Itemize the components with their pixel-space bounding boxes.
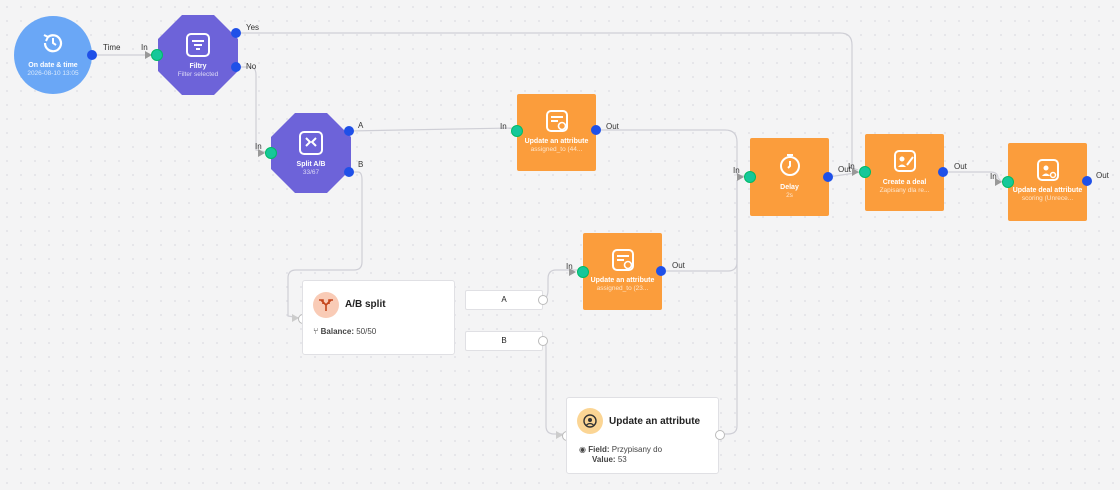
delay-in-arrow [737, 173, 744, 181]
trigger-title: On date & time [28, 62, 78, 69]
deal-attr-title: Update deal attribute [1012, 187, 1083, 194]
split-in-arrow [258, 149, 265, 157]
update2-out-label: Out [672, 261, 685, 270]
deal-subtitle: Zapisany dla re... [879, 187, 930, 194]
update1-out-label: Out [606, 122, 619, 131]
filter-no-label: No [246, 62, 257, 71]
delay-out-port[interactable] [823, 172, 833, 182]
update2-in-port[interactable] [577, 266, 589, 278]
update2-subtitle: assigned_to (23... [596, 285, 649, 292]
split-title: Split A/B [296, 161, 326, 168]
deal-attr-in-port[interactable] [1002, 176, 1014, 188]
value-value: 53 [617, 455, 627, 464]
filter-subtitle: Filter selected [177, 71, 219, 78]
update-card-field: ◉ Field: Przypisany do [579, 445, 662, 454]
deal-attr-in-arrow [995, 178, 1002, 186]
filter-icon [186, 33, 210, 57]
branch-split-icon [319, 299, 333, 311]
branch-a-port[interactable] [538, 295, 548, 305]
clock-history-icon [43, 34, 63, 53]
trigger-subtitle: 2026-08-10 13:05 [27, 70, 79, 77]
update-attribute-node-2[interactable]: Update an attribute assigned_to (23... [583, 233, 662, 310]
branch-mini-icon: ⑂ [313, 326, 319, 336]
delay-in-port[interactable] [744, 171, 756, 183]
edit-doc-icon [611, 249, 634, 271]
split-icon [299, 131, 323, 155]
create-deal-node[interactable]: Create a deal Zapisany dla re... [865, 134, 944, 211]
field-label: Field: [588, 445, 610, 454]
ab-split-card[interactable]: A/B split ⑂ Balance: 50/50 [302, 280, 455, 355]
people-edit-icon [893, 150, 916, 172]
deal-attr-out-port[interactable] [1082, 176, 1092, 186]
balance-value: 50/50 [356, 327, 377, 336]
branch-b-port[interactable] [538, 336, 548, 346]
deal-attr-out-label: Out [1096, 171, 1109, 180]
branch-b-badge[interactable]: B [465, 331, 543, 351]
trigger-node[interactable]: On date & time 2026-08-10 13:05 [14, 16, 92, 94]
deal-in-arrow [852, 168, 859, 176]
update-attribute-node-1[interactable]: Update an attribute assigned_to (44... [517, 94, 596, 171]
filter-in-label: In [141, 43, 148, 52]
edit-doc-icon [545, 110, 568, 132]
update-card-title: Update an attribute [609, 416, 701, 427]
update2-out-port[interactable] [656, 266, 666, 276]
split-subtitle: 33/67 [302, 169, 320, 176]
ab-split-icon-badge [313, 292, 339, 318]
filter-node[interactable]: Filtry Filter selected [158, 15, 238, 95]
value-label: Value: [592, 455, 616, 464]
workflow-canvas[interactable]: On date & time 2026-08-10 13:05 Time Fil… [0, 0, 1120, 490]
update1-in-label: In [500, 122, 507, 131]
branch-a-badge[interactable]: A [465, 290, 543, 310]
field-value: Przypisany do [611, 445, 663, 454]
update1-title: Update an attribute [524, 138, 589, 145]
deal-attr-subtitle: scoring (Unrece... [1021, 195, 1074, 202]
trigger-out-label: Time [103, 43, 121, 52]
split-b-port[interactable] [344, 167, 354, 177]
split-b-label: B [358, 160, 364, 169]
update-deal-attribute-node[interactable]: Update deal attribute scoring (Unrece... [1008, 143, 1087, 221]
split-a-port[interactable] [344, 126, 354, 136]
split-a-label: A [358, 121, 364, 130]
update2-title: Update an attribute [590, 277, 655, 284]
delay-subtitle: 2s [786, 192, 793, 199]
update2-in-arrow [569, 268, 576, 276]
update-attribute-card[interactable]: Update an attribute ◉ Field: Przypisany … [566, 397, 719, 474]
update-card-value: Value: 53 [592, 455, 627, 464]
trigger-out-port[interactable] [87, 50, 97, 60]
user-circle-icon [583, 414, 597, 428]
field-user-icon: ◉ [579, 445, 586, 454]
filter-in-port[interactable] [151, 49, 163, 61]
split-node[interactable]: Split A/B 33/67 [271, 113, 351, 193]
filter-yes-port[interactable] [231, 28, 241, 38]
delay-node[interactable]: Delay 2s [750, 138, 829, 216]
split-in-port[interactable] [265, 147, 277, 159]
filter-yes-label: Yes [246, 23, 260, 32]
ab-card-title: A/B split [345, 299, 386, 310]
deal-title: Create a deal [882, 179, 927, 186]
filter-title: Filtry [189, 63, 207, 70]
update1-in-port[interactable] [511, 125, 523, 137]
update-card-out-port[interactable] [715, 430, 725, 440]
deal-in-port[interactable] [859, 166, 871, 178]
deal-out-label: Out [954, 162, 967, 171]
update1-subtitle: assigned_to (44... [530, 146, 583, 153]
people-doc-icon [1036, 159, 1059, 181]
filter-no-port[interactable] [231, 62, 241, 72]
update-card-icon-badge [577, 408, 603, 434]
delay-title: Delay [780, 184, 799, 191]
timer-icon [779, 154, 800, 176]
update1-out-port[interactable] [591, 125, 601, 135]
balance-label: Balance: [320, 327, 354, 336]
ab-card-balance: ⑂ Balance: 50/50 [313, 326, 376, 336]
deal-out-port[interactable] [938, 167, 948, 177]
